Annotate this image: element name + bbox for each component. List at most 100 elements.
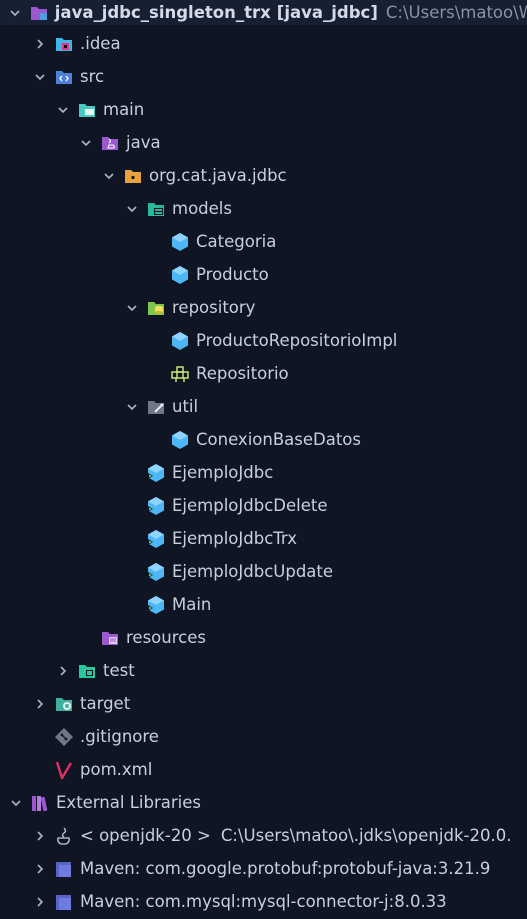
tree-row-external-libraries[interactable]: External Libraries bbox=[0, 786, 527, 819]
tree-row-ejemplo-jdbc-delete[interactable]: EjemploJdbcDelete bbox=[0, 489, 527, 522]
tree-label: EjemploJdbcTrx bbox=[172, 529, 298, 548]
repository-folder-icon bbox=[146, 298, 166, 318]
tree-row-categoria[interactable]: Categoria bbox=[0, 225, 527, 258]
tree-row-resources[interactable]: resources bbox=[0, 621, 527, 654]
interface-icon bbox=[170, 364, 190, 384]
tree-row-target[interactable]: target bbox=[0, 687, 527, 720]
tree-row-test[interactable]: test bbox=[0, 654, 527, 687]
chevron-down-icon[interactable] bbox=[55, 102, 71, 118]
library-jar-icon bbox=[54, 859, 74, 879]
tree-row-models[interactable]: models bbox=[0, 192, 527, 225]
package-folder-icon bbox=[123, 166, 143, 186]
chevron-right-icon[interactable] bbox=[32, 861, 48, 877]
chevron-right-icon[interactable] bbox=[32, 696, 48, 712]
tree-label: .idea bbox=[80, 34, 121, 53]
tree-label: ProductoRepositorioImpl bbox=[196, 331, 398, 350]
libraries-icon bbox=[30, 793, 50, 813]
class-icon bbox=[170, 265, 190, 285]
chevron-down-icon[interactable] bbox=[124, 201, 140, 217]
project-module: [java_jdbc] bbox=[276, 3, 378, 22]
chevron-right-icon[interactable] bbox=[32, 36, 48, 52]
runnable-class-icon bbox=[146, 562, 166, 582]
module-folder-icon bbox=[29, 3, 49, 23]
util-folder-icon bbox=[146, 397, 166, 417]
chevron-down-icon[interactable] bbox=[32, 69, 48, 85]
tree-label: Repositorio bbox=[196, 364, 289, 383]
tree-label: EjemploJdbc bbox=[172, 463, 274, 482]
tree-label: repository bbox=[172, 298, 256, 317]
chevron-right-icon[interactable] bbox=[32, 828, 48, 844]
tree-label: util bbox=[172, 397, 199, 416]
tree-row-producto-repositorio-impl[interactable]: ProductoRepositorioImpl bbox=[0, 324, 527, 357]
tree-row-ejemplo-jdbc[interactable]: EjemploJdbc bbox=[0, 456, 527, 489]
target-folder-icon bbox=[54, 694, 74, 714]
project-path: C:\Users\matoo\W bbox=[385, 3, 527, 22]
runnable-class-icon bbox=[146, 463, 166, 483]
tree-row-mysql-connector[interactable]: Maven: com.mysql:mysql-connector-j:8.0.3… bbox=[0, 885, 527, 918]
tree-row-main[interactable]: main bbox=[0, 93, 527, 126]
tree-label: pom.xml bbox=[80, 760, 153, 779]
test-folder-icon bbox=[77, 661, 97, 681]
tree-row-src[interactable]: src bbox=[0, 60, 527, 93]
tree-label: Maven: com.mysql:mysql-connector-j:8.0.3… bbox=[80, 892, 447, 911]
tree-row-util[interactable]: util bbox=[0, 390, 527, 423]
runnable-class-icon bbox=[146, 496, 166, 516]
tree-label: test bbox=[103, 661, 135, 680]
class-icon bbox=[170, 232, 190, 252]
class-icon bbox=[170, 430, 190, 450]
tree-row-producto[interactable]: Producto bbox=[0, 258, 527, 291]
tree-label: < openjdk-20 > bbox=[80, 826, 211, 845]
java-source-folder-icon bbox=[100, 133, 120, 153]
tree-label: ConexionBaseDatos bbox=[196, 430, 361, 449]
tree-row-main-class[interactable]: Main bbox=[0, 588, 527, 621]
project-tree: java_jdbc_singleton_trx [java_jdbc] C:\U… bbox=[0, 0, 527, 919]
tree-label: .gitignore bbox=[80, 727, 159, 746]
git-icon bbox=[54, 727, 74, 747]
tree-row-protobuf[interactable]: Maven: com.google.protobuf:protobuf-java… bbox=[0, 852, 527, 885]
tree-row-package[interactable]: org.cat.java.jdbc bbox=[0, 159, 527, 192]
chevron-down-icon[interactable] bbox=[8, 795, 24, 811]
tree-row-project-root[interactable]: java_jdbc_singleton_trx [java_jdbc] C:\U… bbox=[0, 0, 527, 25]
idea-folder-icon bbox=[54, 34, 74, 54]
class-icon bbox=[170, 331, 190, 351]
chevron-down-icon[interactable] bbox=[124, 300, 140, 316]
chevron-down-icon[interactable] bbox=[101, 168, 117, 184]
tree-row-gitignore[interactable]: .gitignore bbox=[0, 720, 527, 753]
tree-row-repositorio[interactable]: Repositorio bbox=[0, 357, 527, 390]
chevron-down-icon[interactable] bbox=[124, 399, 140, 415]
java-cup-icon bbox=[54, 826, 74, 846]
tree-label: main bbox=[103, 100, 145, 119]
main-folder-icon bbox=[77, 100, 97, 120]
tree-label: Main bbox=[172, 595, 212, 614]
source-folder-icon bbox=[54, 67, 74, 87]
tree-label: org.cat.java.jdbc bbox=[149, 166, 287, 185]
tree-row-openjdk[interactable]: < openjdk-20 > C:\Users\matoo\.jdks\open… bbox=[0, 819, 527, 852]
chevron-down-icon[interactable] bbox=[78, 135, 94, 151]
tree-label: resources bbox=[126, 628, 206, 647]
chevron-right-icon[interactable] bbox=[55, 663, 71, 679]
chevron-down-icon[interactable] bbox=[8, 5, 23, 21]
tree-row-pom[interactable]: pom.xml bbox=[0, 753, 527, 786]
tree-label: java bbox=[126, 133, 161, 152]
chevron-right-icon[interactable] bbox=[32, 894, 48, 910]
tree-label: Producto bbox=[196, 265, 269, 284]
runnable-class-icon bbox=[146, 595, 166, 615]
tree-label: src bbox=[80, 67, 105, 86]
tree-row-idea[interactable]: .idea bbox=[0, 27, 527, 60]
library-jar-icon bbox=[54, 892, 74, 912]
maven-icon bbox=[54, 760, 74, 780]
runnable-class-icon bbox=[146, 529, 166, 549]
tree-label: models bbox=[172, 199, 232, 218]
tree-row-java[interactable]: java bbox=[0, 126, 527, 159]
tree-label: Maven: com.google.protobuf:protobuf-java… bbox=[80, 859, 491, 878]
project-name: java_jdbc_singleton_trx bbox=[54, 3, 271, 22]
tree-label: EjemploJdbcDelete bbox=[172, 496, 328, 515]
tree-row-conexion-base-datos[interactable]: ConexionBaseDatos bbox=[0, 423, 527, 456]
tree-label: External Libraries bbox=[56, 793, 201, 812]
tree-label: Categoria bbox=[196, 232, 277, 251]
tree-row-ejemplo-jdbc-update[interactable]: EjemploJdbcUpdate bbox=[0, 555, 527, 588]
tree-label: target bbox=[80, 694, 131, 713]
jdk-path: C:\Users\matoo\.jdks\openjdk-20.0. bbox=[220, 826, 512, 845]
tree-row-ejemplo-jdbc-trx[interactable]: EjemploJdbcTrx bbox=[0, 522, 527, 555]
tree-row-repository[interactable]: repository bbox=[0, 291, 527, 324]
